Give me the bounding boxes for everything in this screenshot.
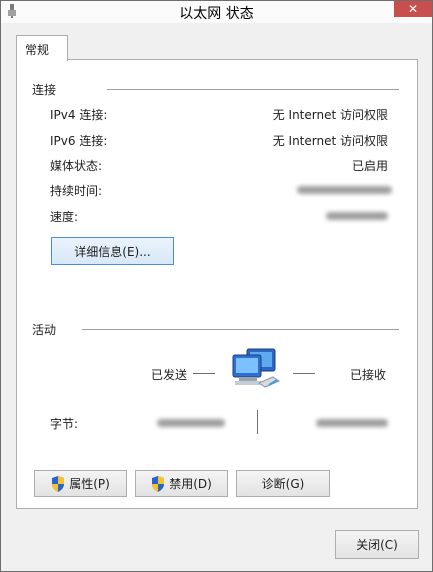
tab-general-label: 常规: [25, 43, 50, 57]
sent-label: 已发送: [151, 368, 188, 382]
duration-label: 持续时间:: [50, 184, 103, 198]
bytes-received-redacted: [316, 419, 388, 427]
disable-button[interactable]: 禁用(D): [135, 470, 228, 497]
properties-button[interactable]: 属性(P): [34, 470, 127, 497]
sent-line: [193, 373, 215, 374]
details-button[interactable]: 详细信息(E)...: [51, 237, 174, 265]
diagnose-button-label: 诊断(G): [261, 477, 305, 491]
ipv6-value: 无 Internet 访问权限: [272, 134, 388, 148]
received-label: 已接收: [350, 368, 387, 382]
title-bar[interactable]: 以太网 状态 ✕: [1, 1, 432, 23]
tab-general[interactable]: 常规: [16, 35, 68, 61]
activity-divider: [82, 329, 399, 330]
media-state-label: 媒体状态:: [50, 159, 103, 173]
speed-label: 速度:: [50, 210, 79, 224]
activity-section-title: 活动: [32, 323, 57, 337]
ipv6-label: IPv6 连接:: [50, 134, 108, 148]
bytes-separator: [257, 410, 258, 434]
connection-section-title: 连接: [32, 83, 57, 97]
close-button-label: 关闭(C): [356, 538, 398, 552]
connection-divider: [107, 89, 399, 90]
general-panel: 连接 IPv4 连接: 无 Internet 访问权限 IPv6 连接: 无 I…: [16, 59, 418, 509]
speed-value-redacted: [326, 212, 388, 220]
window-title: 以太网 状态: [179, 6, 254, 22]
network-computers-icon: [232, 348, 281, 388]
ipv4-value: 无 Internet 访问权限: [272, 108, 388, 122]
close-button[interactable]: 关闭(C): [335, 530, 419, 559]
disable-button-label: 禁用(D): [169, 477, 212, 491]
bytes-label: 字节:: [50, 417, 79, 431]
ipv4-label: IPv4 连接:: [50, 108, 108, 122]
uac-shield-icon: [52, 475, 65, 492]
uac-shield-icon: [152, 475, 165, 492]
window-close-button[interactable]: ✕: [394, 1, 432, 17]
media-state-value: 已启用: [351, 159, 388, 173]
properties-button-label: 属性(P): [69, 477, 110, 491]
bytes-sent-redacted: [157, 419, 225, 427]
status-window: 以太网 状态 ✕ 常规 连接 IPv4 连接: 无 Internet 访问权限 …: [0, 0, 433, 572]
details-button-label: 详细信息(E)...: [74, 244, 151, 259]
diagnose-button[interactable]: 诊断(G): [236, 470, 330, 497]
duration-value-redacted: [297, 186, 392, 194]
received-line: [293, 373, 315, 374]
